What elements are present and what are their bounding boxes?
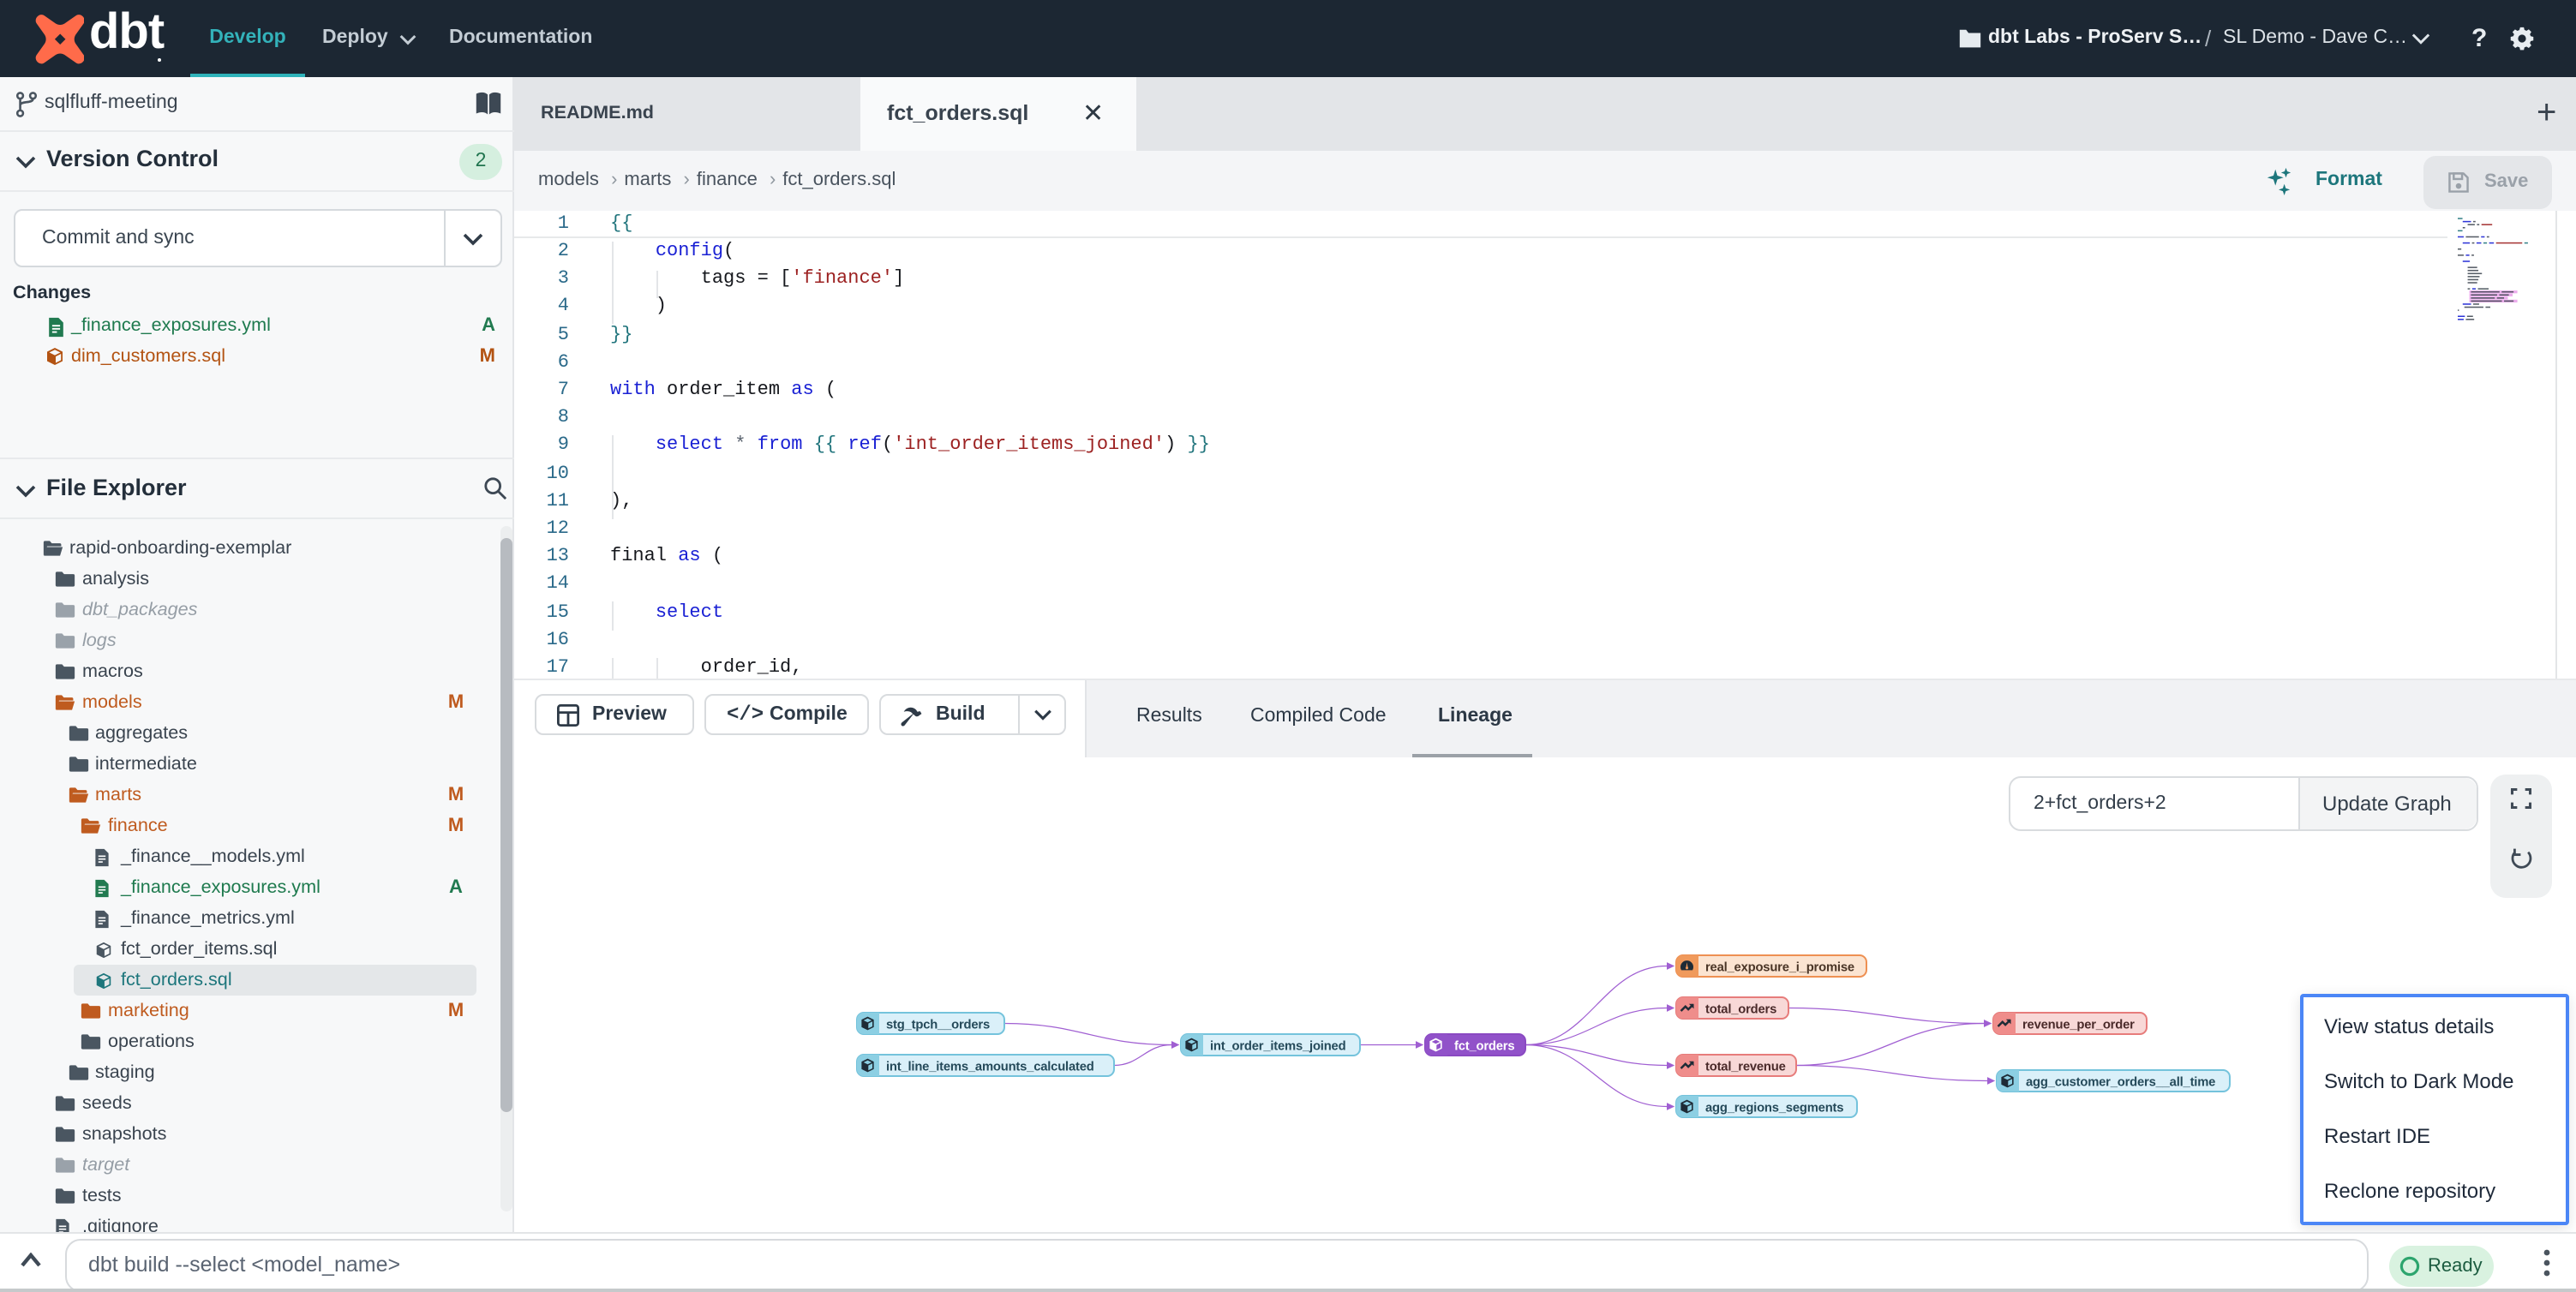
svg-text:stg_tpch__orders: stg_tpch__orders <box>886 1019 990 1032</box>
svg-text:agg_customer_orders__all_time: agg_customer_orders__all_time <box>2026 1076 2215 1090</box>
svg-text:int_line_items_amounts_calcula: int_line_items_amounts_calculated <box>886 1061 1094 1074</box>
svg-text:real_exposure_i_promise: real_exposure_i_promise <box>1705 961 1854 975</box>
svg-text:total_revenue: total_revenue <box>1705 1061 1786 1074</box>
svg-text:fct_orders: fct_orders <box>1454 1040 1514 1054</box>
svg-text:agg_regions_segments: agg_regions_segments <box>1705 1102 1843 1116</box>
svg-text:total_orders: total_orders <box>1705 1003 1776 1017</box>
svg-text:revenue_per_order: revenue_per_order <box>2022 1019 2135 1032</box>
svg-text:int_order_items_joined: int_order_items_joined <box>1210 1040 1346 1054</box>
